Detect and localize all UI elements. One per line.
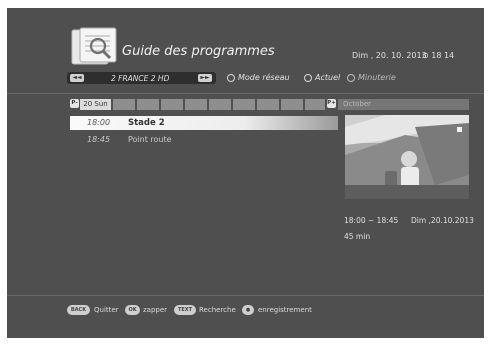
- footer-divider: [7, 295, 484, 296]
- program-time-range: 18:00 ~ 18:45: [344, 216, 399, 225]
- day-tab[interactable]: [137, 99, 159, 110]
- program-time: 18:45: [87, 135, 111, 144]
- program-duration: 45 min: [344, 232, 371, 241]
- live-preview-image: [345, 115, 469, 199]
- day-tab[interactable]: [161, 99, 183, 110]
- day-tab[interactable]: [281, 99, 303, 110]
- program-title[interactable]: Point route: [128, 135, 172, 144]
- day-tab[interactable]: [257, 99, 279, 110]
- epg-screen: Guide des programmes Dim , 20. 10. 2013 …: [7, 8, 484, 338]
- day-tab[interactable]: [209, 99, 231, 110]
- record-label: enregistrement: [258, 306, 312, 314]
- day-tab[interactable]: [185, 99, 207, 110]
- program-time: 18:00: [87, 118, 111, 127]
- fast-forward-icon[interactable]: ►►: [198, 74, 212, 82]
- header-clock: ⊙ 18 14: [422, 51, 455, 60]
- program-date: Dim ,20.10.2013: [411, 216, 474, 225]
- channel-name: 2 FRANCE 2 HD: [111, 74, 170, 83]
- mode-reseau-radio[interactable]: [227, 74, 235, 82]
- program-row-selected[interactable]: [70, 116, 338, 130]
- guide-logo-icon: [71, 27, 117, 65]
- actuel-label: Actuel: [315, 73, 341, 82]
- day-tab[interactable]: [113, 99, 135, 110]
- record-key-icon[interactable]: ●: [242, 305, 254, 315]
- zap-label: zapper: [143, 306, 168, 314]
- rewind-icon[interactable]: ◄◄: [70, 74, 84, 82]
- back-key-icon[interactable]: BACK: [67, 305, 90, 315]
- program-title: Stade 2: [128, 118, 165, 128]
- day-tab[interactable]: [305, 99, 325, 110]
- page-left-button[interactable]: P-: [70, 99, 79, 108]
- page-title: Guide des programmes: [122, 44, 275, 59]
- month-label: October: [338, 99, 469, 110]
- header-date: Dim , 20. 10. 2013: [352, 51, 427, 60]
- header-divider: [7, 93, 484, 94]
- actuel-radio[interactable]: [304, 74, 312, 82]
- page-right-button[interactable]: P+: [327, 99, 336, 108]
- minuterie-radio[interactable]: [347, 74, 355, 82]
- day-tab[interactable]: [233, 99, 255, 110]
- minuterie-label: Minuterie: [358, 73, 396, 82]
- text-key-icon[interactable]: TEXT: [174, 305, 196, 315]
- day-tab-selected[interactable]: 20 Sun: [80, 99, 111, 110]
- mode-reseau-label: Mode réseau: [238, 73, 290, 82]
- search-label: Recherche: [199, 306, 236, 314]
- quit-label: Quitter: [94, 306, 119, 314]
- ok-key-icon[interactable]: OK: [125, 305, 140, 315]
